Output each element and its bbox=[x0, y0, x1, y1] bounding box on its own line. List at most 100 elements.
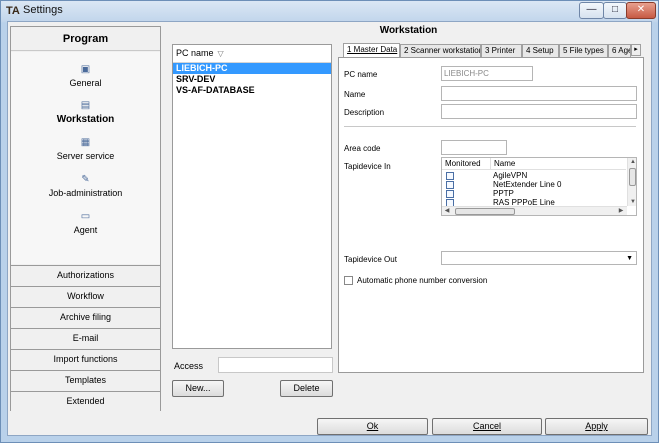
tapidevice-in-label: Tapidevice In bbox=[344, 162, 391, 171]
nav-section-workflow[interactable]: Workflow bbox=[11, 286, 160, 306]
name-label: Name bbox=[344, 90, 366, 99]
apply-button[interactable]: Apply bbox=[545, 418, 648, 435]
nav-item-general[interactable]: ▣ General bbox=[11, 64, 160, 88]
auto-phone-label: Automatic phone number conversion bbox=[357, 276, 488, 285]
nav-section-import-functions[interactable]: Import functions bbox=[11, 349, 160, 369]
nav-section-authorizations[interactable]: Authorizations bbox=[11, 265, 160, 285]
settings-navigation: Program ▣ General ▤ Workstation ▦ Server… bbox=[10, 26, 161, 411]
pc-list-item[interactable]: SRV-DEV bbox=[173, 74, 331, 85]
tab-label: 6 Agent bbox=[612, 46, 630, 55]
maximize-button[interactable]: □ bbox=[603, 2, 627, 19]
sort-icon: ▽ bbox=[217, 49, 224, 58]
nav-item-label: Workstation bbox=[56, 114, 115, 125]
tab-scroll-right-icon[interactable]: ▸ bbox=[631, 44, 641, 56]
device-name: NetExtender Line 0 bbox=[493, 180, 562, 189]
table-row[interactable]: NetExtender Line 0 bbox=[442, 180, 626, 189]
column-label: PC name bbox=[176, 48, 214, 58]
horizontal-scrollbar[interactable]: ◀ ▶ bbox=[442, 206, 627, 215]
pc-list-item[interactable]: LIEBICH-PC bbox=[173, 63, 331, 74]
program-items: ▣ General ▤ Workstation ▦ Server service… bbox=[11, 52, 160, 264]
scroll-up-icon[interactable]: ▲ bbox=[628, 158, 636, 166]
nav-item-label: Server service bbox=[56, 151, 115, 161]
scroll-right-icon[interactable]: ▶ bbox=[616, 207, 626, 215]
area-code-label: Area code bbox=[344, 144, 381, 153]
tapidevice-in-grid[interactable]: Monitored Name AgileVPN NetExtender Line… bbox=[441, 157, 637, 216]
pc-list[interactable]: PC name ▽ LIEBICH-PC SRV-DEV VS-AF-DATABA… bbox=[172, 44, 332, 349]
nav-section-email[interactable]: E-mail bbox=[11, 328, 160, 348]
agent-icon: ▭ bbox=[80, 211, 91, 222]
tab-strip: 1 Master Data 2 Scanner workstation 3 Pr… bbox=[341, 43, 643, 59]
tab-label: 5 File types bbox=[563, 46, 604, 55]
server-service-icon: ▦ bbox=[80, 137, 91, 148]
monitored-checkbox[interactable] bbox=[446, 181, 454, 189]
chevron-down-icon[interactable]: ▼ bbox=[626, 252, 633, 265]
grid-header: Monitored Name bbox=[442, 158, 626, 170]
divider bbox=[344, 126, 636, 127]
nav-item-workstation[interactable]: ▤ Workstation bbox=[11, 100, 160, 125]
nav-section-archive-filing[interactable]: Archive filing bbox=[11, 307, 160, 327]
job-administration-icon: ✎ bbox=[81, 174, 90, 185]
pc-name-column-header[interactable]: PC name ▽ bbox=[173, 45, 331, 63]
page-title: Workstation bbox=[379, 25, 438, 36]
pc-name-label: PC name bbox=[344, 70, 378, 79]
nav-item-server-service[interactable]: ▦ Server service bbox=[11, 137, 160, 161]
description-field[interactable] bbox=[441, 104, 637, 119]
tab-file-types[interactable]: 5 File types bbox=[559, 44, 608, 58]
nav-item-label: Agent bbox=[73, 225, 98, 235]
area-code-field[interactable] bbox=[441, 140, 507, 155]
device-name: PPTP bbox=[493, 189, 514, 198]
scroll-down-icon[interactable]: ▼ bbox=[628, 198, 636, 206]
settings-window: TA Settings — □ ✕ Program ▣ General ▤ Wo… bbox=[0, 0, 659, 443]
scroll-left-icon[interactable]: ◀ bbox=[442, 207, 452, 215]
tapidevice-out-label: Tapidevice Out bbox=[344, 255, 397, 264]
tab-printer[interactable]: 3 Printer bbox=[481, 44, 522, 58]
access-field[interactable] bbox=[218, 357, 333, 373]
workstation-icon: ▤ bbox=[80, 100, 91, 111]
delete-button[interactable]: Delete bbox=[280, 380, 333, 397]
nav-header-program[interactable]: Program bbox=[11, 27, 160, 51]
tab-label: 2 Scanner workstation bbox=[404, 46, 481, 55]
cancel-label: Cancel bbox=[472, 421, 501, 431]
tab-label: 4 Setup bbox=[526, 46, 554, 55]
table-row[interactable]: PPTP bbox=[442, 189, 626, 198]
client-area: Program ▣ General ▤ Workstation ▦ Server… bbox=[7, 21, 652, 436]
title-bar: TA Settings — □ ✕ bbox=[1, 1, 658, 21]
nav-item-job-administration[interactable]: ✎ Job-administration bbox=[11, 174, 160, 198]
vertical-scrollbar[interactable]: ▲ ▼ bbox=[627, 158, 636, 206]
close-button[interactable]: ✕ bbox=[626, 2, 656, 19]
master-data-panel: PC name LIEBICH-PC Name Description Area… bbox=[338, 57, 644, 373]
access-label: Access bbox=[174, 361, 204, 371]
tapidevice-out-dropdown[interactable]: ▼ bbox=[441, 251, 637, 265]
ok-button[interactable]: Ok bbox=[317, 418, 428, 435]
name-field[interactable] bbox=[441, 86, 637, 101]
tab-label: 3 Printer bbox=[485, 46, 516, 55]
tab-agent[interactable]: 6 Agent bbox=[608, 44, 631, 58]
tab-setup[interactable]: 4 Setup bbox=[522, 44, 559, 58]
general-icon: ▣ bbox=[80, 64, 91, 75]
monitored-column-header[interactable]: Monitored bbox=[445, 158, 481, 169]
device-name: AgileVPN bbox=[493, 171, 528, 180]
cancel-button[interactable]: Cancel bbox=[432, 418, 542, 435]
auto-phone-checkbox[interactable] bbox=[344, 276, 353, 285]
window-title: Settings bbox=[23, 4, 63, 16]
monitored-checkbox[interactable] bbox=[446, 172, 454, 180]
app-icon: TA bbox=[6, 5, 20, 17]
tab-scanner-workstation[interactable]: 2 Scanner workstation bbox=[400, 44, 481, 58]
table-row[interactable]: AgileVPN bbox=[442, 171, 626, 180]
monitored-checkbox[interactable] bbox=[446, 190, 454, 198]
new-button[interactable]: New... bbox=[172, 380, 224, 397]
pc-name-field[interactable]: LIEBICH-PC bbox=[441, 66, 533, 81]
scroll-thumb[interactable] bbox=[455, 208, 515, 215]
nav-item-agent[interactable]: ▭ Agent bbox=[11, 211, 160, 235]
name-column-header[interactable]: Name bbox=[490, 158, 515, 169]
nav-section-templates[interactable]: Templates bbox=[11, 370, 160, 390]
apply-label: Apply bbox=[585, 421, 608, 431]
scroll-thumb[interactable] bbox=[629, 168, 636, 186]
minimize-button[interactable]: — bbox=[579, 2, 604, 19]
description-label: Description bbox=[344, 108, 385, 117]
nav-item-label: Job-administration bbox=[48, 188, 123, 198]
nav-item-label: General bbox=[69, 78, 102, 88]
nav-section-extended[interactable]: Extended bbox=[11, 391, 160, 411]
tab-label: 1 Master Data bbox=[347, 45, 398, 54]
pc-list-item[interactable]: VS-AF-DATABASE bbox=[173, 85, 331, 96]
